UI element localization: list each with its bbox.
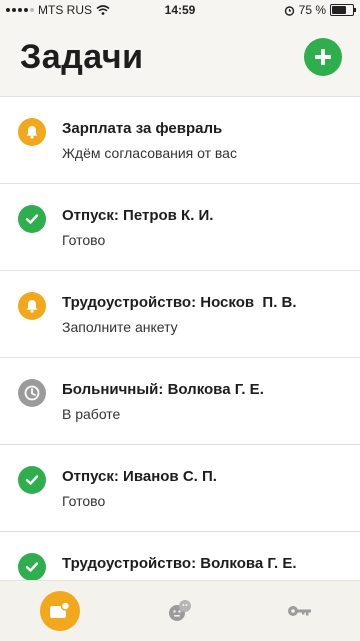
task-item[interactable]: Отпуск: Иванов С. П. Готово <box>0 444 360 531</box>
task-item[interactable]: Зарплата за февраль Ждём согласования от … <box>0 96 360 183</box>
task-status: Заполните анкету <box>62 319 178 335</box>
nav-feedback[interactable] <box>158 589 202 633</box>
task-title: Больничный: Волкова Г. Е. <box>62 381 264 398</box>
header: Задачи <box>0 20 360 96</box>
status-right: 75 % <box>284 3 356 17</box>
task-status: Ждём согласования от вас <box>62 145 237 161</box>
key-icon <box>288 606 311 616</box>
status-bar: MTS RUS 14:59 75 % <box>0 0 360 20</box>
alarm-icon <box>284 5 294 16</box>
battery-icon <box>330 4 356 16</box>
bottom-nav <box>0 580 360 641</box>
tasks-icon <box>40 591 80 631</box>
plus-icon <box>315 49 331 65</box>
task-item[interactable]: Трудоустройство: Волкова Г. Е. <box>0 531 360 580</box>
check-icon <box>18 205 46 233</box>
task-item[interactable]: Отпуск: Петров К. И. Готово <box>0 183 360 270</box>
task-item[interactable]: Больничный: Волкова Г. Е. В работе <box>0 357 360 444</box>
nav-tasks[interactable] <box>38 589 82 633</box>
nav-access[interactable] <box>278 589 322 633</box>
bell-icon <box>18 292 46 320</box>
task-item[interactable]: Трудоустройство: Носков П. В. Заполните а… <box>0 270 360 357</box>
task-title: Трудоустройство: Носков П. В. <box>62 294 297 311</box>
task-title: Зарплата за февраль <box>62 120 223 137</box>
bell-icon <box>18 118 46 146</box>
feedback-icon <box>169 600 191 621</box>
task-status: Готово <box>62 232 106 248</box>
task-title: Отпуск: Иванов С. П. <box>62 468 217 485</box>
add-task-button[interactable] <box>304 38 342 76</box>
check-icon <box>18 553 46 580</box>
task-title: Трудоустройство: Волкова Г. Е. <box>62 555 297 572</box>
task-status: Готово <box>62 493 106 509</box>
page-title: Задачи <box>20 38 144 76</box>
task-list: Зарплата за февраль Ждём согласования от … <box>0 96 360 580</box>
task-title: Отпуск: Петров К. И. <box>62 207 214 224</box>
clock-icon <box>18 379 46 407</box>
task-status: В работе <box>62 406 121 422</box>
battery-label: 75 % <box>298 3 326 17</box>
check-icon <box>18 466 46 494</box>
